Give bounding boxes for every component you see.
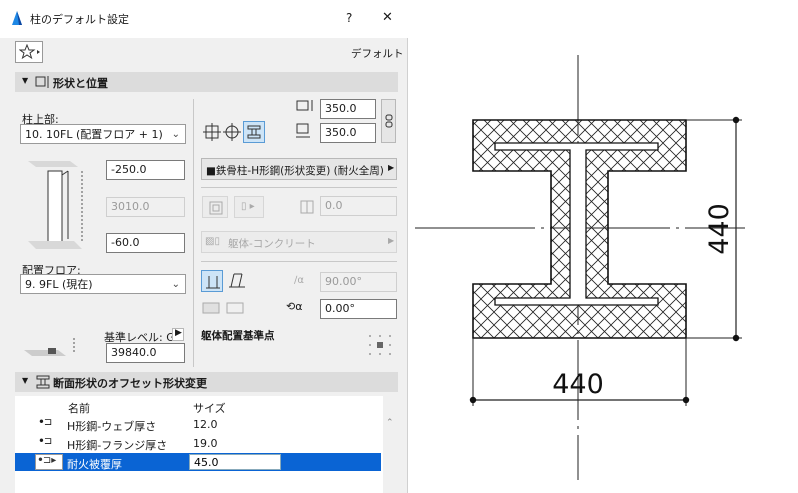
rotation-angle-icon: ⟲α [286,300,303,313]
depth-field[interactable]: 350.0 [320,123,376,143]
rotation-offset-field: 0.0 [320,196,397,216]
app-icon [12,11,22,25]
chevron-down-icon: ⌄ [171,129,180,140]
default-label: デフォルト [351,48,404,60]
profile-name: ■鉄骨柱-H形鋼(形状変更) (耐火全周) [206,165,384,177]
vertical-dimension-text: 440 [704,203,735,255]
row-size[interactable]: 12.0 [193,418,218,431]
title-bar: 柱のデフォルト設定 ? ✕ [0,0,408,38]
slant-angle-field: 90.00° [320,272,397,292]
link-size-toggle[interactable] [381,99,396,143]
chain-link-icon [385,114,393,128]
top-link-select[interactable]: 10. 10FL (配置フロア + 1) ⌄ [20,124,186,144]
veneer-button[interactable] [202,196,228,218]
anchor-corner-icon[interactable] [203,123,221,141]
surface-button[interactable]: ▯ ▸ [234,196,264,218]
table-row[interactable]: ꔷ⊐ H形鋼-フランジ厚さ 19.0 [15,434,381,452]
dimension-dot [732,334,740,342]
slanted-column-icon[interactable] [228,272,248,290]
row-size-input[interactable]: 45.0 [189,454,281,470]
top-link-value: 10. 10FL (配置フロア + 1) [25,128,163,141]
triangle-right-icon: ▶ [175,328,182,338]
chevron-down-icon: ⌄ [171,279,180,290]
anchor-grid-icon[interactable] [367,333,393,357]
rotation-angle-field[interactable]: 0.00° [320,299,397,319]
row-name: H形鋼-フランジ厚さ [67,439,168,452]
section-title: 断面形状のオフセット形状変更 [53,377,207,390]
orientation-icons[interactable] [201,299,249,319]
scroll-up-icon[interactable]: ⌃ [386,418,394,428]
rotation-offset-icon [300,200,314,214]
table-row-selected[interactable]: ꔷ⊐▸ 耐火被覆厚 45.0 [15,453,381,471]
reference-level-field[interactable]: 39840.0 [106,343,185,363]
close-button[interactable]: ✕ [382,10,393,25]
column-divider [193,99,194,367]
profile-selector[interactable]: ■鉄骨柱-H形鋼(形状変更) (耐火全周) ▶ [201,158,397,180]
anchor-center-icon[interactable] [223,123,241,141]
triangle-right-icon: ▶ [388,236,395,245]
bottom-offset-field[interactable]: -60.0 [106,233,185,253]
window-title: 柱のデフォルト設定 [30,13,129,26]
parameter-icon: ꔷ⊐ [39,436,53,447]
profile-offset-icon [36,375,50,389]
favorites-button[interactable] [15,41,43,63]
section-title: 形状と位置 [53,77,108,90]
anchor-point-label: 躯体配置基準点 [201,330,275,342]
vertical-column-button[interactable] [201,270,223,292]
veneer-icon [209,201,223,215]
dimension-dot [732,116,740,124]
shape-position-icon [35,76,49,88]
star-icon [19,44,40,60]
row-name: 耐火被覆厚 [67,458,122,471]
section-shape-position[interactable]: ▼ 形状と位置 [15,72,398,92]
row-size[interactable]: 19.0 [193,437,218,450]
dimension-dot [682,396,690,404]
horizontal-dimension-text: 440 [552,369,604,400]
h-section-drawing: 440 440 [415,55,745,480]
vertical-column-icon [206,276,220,289]
surface-icon: ▯ ▸ [241,201,255,212]
header-name: 名前 [68,402,90,415]
help-button[interactable]: ? [346,11,352,25]
triangle-right-icon: ▶ [388,163,395,172]
divider [201,261,397,262]
slant-angle-icon: ∕α [294,275,304,286]
top-offset-field[interactable]: -250.0 [106,160,185,180]
column-elevation-icon [28,161,83,249]
width-depth-icons [296,100,313,138]
width-field[interactable]: 350.0 [320,99,376,119]
material-icon: ▨▯ [205,236,220,247]
reference-level-button[interactable]: ▶ [172,328,184,341]
home-floor-value: 9. 9FL (現在) [25,278,93,291]
core-material-selector[interactable]: ▨▯ 躯体-コンクリート ▶ [201,231,397,253]
dimension-dot [469,396,477,404]
collapse-icon: ▼ [22,376,29,385]
column-default-settings-dialog: 柱のデフォルト設定 ? ✕ デフォルト ▼ 形状と位置 柱上部: 10. 10F… [0,0,408,493]
parameter-icon: ꔷ⊐▸ [35,454,63,470]
anchor-core-button[interactable] [243,121,265,143]
row-name: H形鋼-ウェブ厚さ [67,420,157,433]
table-row[interactable]: ꔷ⊐ H形鋼-ウェブ厚さ 12.0 [15,415,381,433]
collapse-icon: ▼ [22,76,29,85]
divider [201,187,397,188]
h-section-icon [247,125,261,139]
section-profile-offset[interactable]: ▼ 断面形状のオフセット形状変更 [15,372,398,392]
parameter-icon: ꔷ⊐ [39,417,53,428]
header-size: サイズ [193,402,226,415]
home-floor-select[interactable]: 9. 9FL (現在) ⌄ [20,274,186,294]
core-material-name: 躯体-コンクリート [228,238,316,250]
reference-level-icon [24,338,75,356]
height-field: 3010.0 [106,197,185,217]
